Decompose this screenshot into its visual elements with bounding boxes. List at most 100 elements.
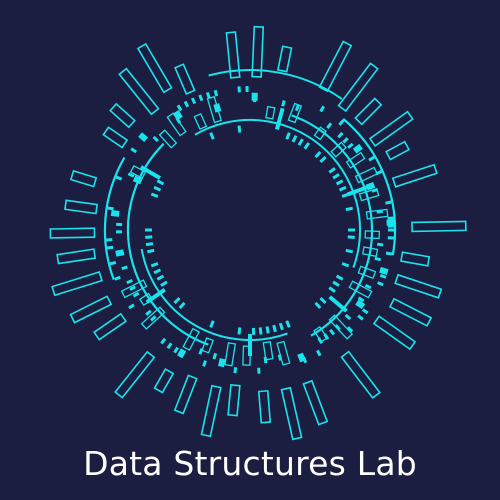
dash-tick [328,286,336,293]
dash-tick [297,138,304,146]
solid-block [213,103,222,113]
outer-bar [411,220,467,233]
dash-tick [152,135,159,143]
dash-tick [344,313,352,321]
dash-tick [385,251,393,256]
dash-tick [178,301,186,310]
dash-tick [173,346,179,354]
dash-tick [173,296,181,305]
dash-tick [374,256,382,262]
outer-bar [400,251,431,267]
dash-tick [345,248,354,254]
outer-bar [69,169,98,188]
dash-tick [342,137,349,144]
outer-bar [93,312,128,341]
solid-block [110,209,120,217]
solid-block [251,92,258,101]
dash-tick [128,303,135,310]
dash-tick [314,150,322,159]
dash-tick [106,238,113,242]
outer-bar [174,63,196,95]
outer-bar [388,297,433,327]
inner-bar-ring [120,95,389,367]
inner-bar [193,112,208,131]
outer-bar [56,248,97,265]
dash-tick [166,342,173,350]
dash-tick [314,301,322,310]
outer-bar [114,350,156,399]
dash-tick [387,236,394,240]
dash-tick [237,327,242,335]
dash-tick [126,279,133,285]
dash-tick [156,179,165,186]
outer-bar [64,199,99,215]
outer-bar [69,295,113,324]
solid-block [173,110,183,120]
dash-tick [272,324,277,333]
dash-tick [258,327,263,335]
outer-bar [173,374,198,415]
solid-block [355,299,366,310]
dash-tick [160,280,168,287]
ring-arc [208,69,343,100]
outer-bar [49,227,96,239]
solid-bar [328,295,348,313]
dash-tick [202,360,207,367]
dash-tick [319,105,326,113]
dash-tick [198,94,204,102]
inner-bar [262,340,274,361]
dash-tick [332,173,340,180]
dash-tick [332,280,340,287]
dash-tick [329,328,336,336]
dash-tick [153,268,162,275]
dash-tick [347,235,355,239]
dash-tick [212,352,218,360]
solid-block [177,348,187,359]
dash-tick [213,89,219,97]
dash-tick [263,356,268,364]
solid-block [379,266,389,275]
dash-tick [130,147,137,154]
solid-bar [274,107,285,131]
solid-block [352,143,363,154]
dash-tick [107,206,114,211]
dash-tick [265,326,270,334]
dash-tick [121,265,128,271]
dash-tick [345,206,354,212]
outer-bar [200,384,222,438]
dash-tick [379,273,387,279]
dash-tick [209,320,215,328]
dash-tick [387,216,394,220]
dash-tick [278,322,284,331]
dash-tick [338,185,347,192]
dash-tick [335,179,344,186]
outer-bar [276,45,293,73]
dash-tick [251,327,256,335]
logo-emblem [49,25,467,441]
dash-tick [205,91,211,99]
dash-tick [257,367,261,374]
dash-tick [145,228,152,232]
dash-tick [209,132,215,140]
dash-tick [316,349,322,357]
dash-tick [160,337,167,345]
solid-block [138,132,149,142]
dash-tick [335,274,344,281]
dash-tick [150,262,159,268]
lab-title: Data Structures Lab [83,444,417,483]
dash-tick [115,175,123,181]
inner-bar [276,340,291,366]
outer-bar [394,273,443,299]
dash-tick [326,122,333,129]
dash-tick [106,245,114,250]
dash-tick [198,348,204,355]
dash-tick [319,296,327,305]
outer-bar [385,140,411,161]
solid-block [218,358,226,368]
outer-bar [302,379,329,426]
dash-tick [115,230,123,234]
outer-bar [337,62,379,113]
dash-tick [328,167,336,174]
dash-tick [277,354,283,361]
dash-tick [377,242,384,247]
